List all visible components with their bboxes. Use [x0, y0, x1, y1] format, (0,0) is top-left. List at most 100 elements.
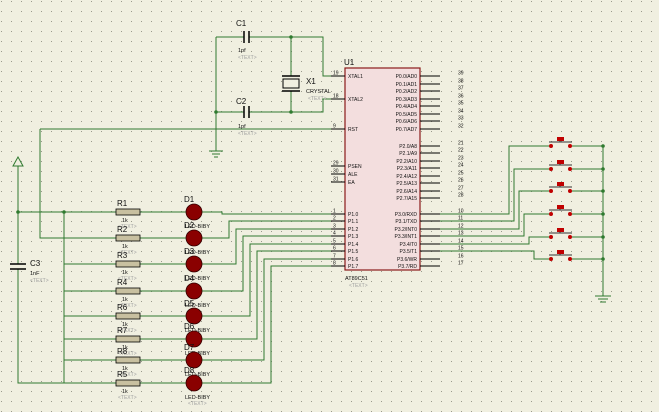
- switch-contact: [568, 189, 572, 193]
- led-body: [185, 374, 203, 392]
- led-ref: D1: [184, 195, 195, 204]
- chip-pin-name: P3.3/INT1: [394, 234, 417, 240]
- led-body: [185, 229, 203, 247]
- chip-pin-number: 15: [458, 246, 464, 252]
- c1-ref: C1: [236, 19, 247, 28]
- chip-pin-name: P3.4/T0: [399, 242, 417, 248]
- chip-pin-name: P1.1: [348, 219, 359, 225]
- chip-pin-name: P3.5/T1: [399, 249, 417, 255]
- chip-pin-name: P3.2/INT0: [394, 227, 417, 233]
- chip-pin-name: P2.2/A10: [396, 159, 417, 165]
- chip-pin-number: 30: [333, 169, 339, 175]
- chip-pin-name: P2.6/A14: [396, 189, 417, 195]
- switch-contact: [568, 235, 572, 239]
- switch-contact: [549, 235, 553, 239]
- switch-contact: [568, 167, 572, 171]
- chip-pin-name: P3.6/WR: [397, 257, 417, 263]
- chip-pin-number: 22: [458, 148, 464, 154]
- chip-pin-number: 28: [458, 193, 464, 199]
- resistor-ref: R7: [117, 326, 128, 335]
- chip-pin-name: EA: [348, 180, 355, 186]
- chip-pin-name: P2.7/A15: [396, 196, 417, 202]
- chip-pin-number: 39: [458, 71, 464, 77]
- chip-pin-name: P0.2/AD2: [396, 89, 418, 95]
- resistor-body: [115, 234, 141, 242]
- x1-ref: X1: [306, 77, 316, 86]
- switch-cap: [557, 250, 564, 254]
- chip-pin-name: P1.3: [348, 234, 359, 240]
- led-body: [185, 203, 203, 221]
- switch-contact: [568, 212, 572, 216]
- chip-pin-number: 26: [458, 178, 464, 184]
- chip-pin-name: P0.5/AD5: [396, 112, 418, 118]
- c3-ref: C3: [30, 259, 41, 268]
- c2-value: 1pf: [238, 124, 246, 130]
- chip-pin-number: 1: [333, 209, 336, 215]
- switch-cap: [557, 137, 564, 141]
- switch-contact: [549, 167, 553, 171]
- chip-pin-name: P2.5/A13: [396, 181, 417, 187]
- chip-pin-name: RST: [348, 127, 358, 133]
- chip-pin-name: P1.2: [348, 227, 359, 233]
- c3-value: 1nF: [30, 271, 40, 277]
- switch-contact: [549, 144, 553, 148]
- chip-pin-name: P0.1/AD1: [396, 82, 418, 88]
- chip-pin-number: 27: [458, 186, 464, 192]
- chip-pin-name: ALE: [348, 172, 358, 178]
- chip-pin-number: 29: [333, 161, 339, 167]
- resistor-body: [115, 356, 141, 364]
- switch-contact: [568, 257, 572, 261]
- resistor-text: <TEXT>: [118, 395, 137, 401]
- chip-pin-number: 21: [458, 141, 464, 147]
- resistor-ref: R6: [117, 303, 128, 312]
- switch-cap: [557, 182, 564, 186]
- chip-pin-number: 36: [458, 94, 464, 100]
- led-text: <TEXT>: [188, 401, 207, 407]
- chip-pin-number: 38: [458, 79, 464, 85]
- schematic-canvas[interactable]: C1 1pf <TEXT> C2 1pf <TEXT> X1 CRYSTAL <…: [0, 0, 659, 412]
- chip-pin-number: 23: [458, 156, 464, 162]
- switch-cap: [557, 228, 564, 232]
- u1-part: AT89C51: [345, 276, 368, 282]
- chip-pin-name: P2.0/A8: [399, 144, 417, 150]
- c3-text: <TEXT>: [30, 278, 49, 284]
- chip-pin-number: 19: [333, 71, 339, 77]
- c1-text: <TEXT>: [238, 55, 257, 61]
- chip-pin-name: P3.0/RXD: [395, 212, 418, 218]
- chip-pin-name: P2.3/A11: [397, 166, 417, 172]
- chip-pin-number: 34: [458, 109, 464, 115]
- chip-pin-name: P0.7/AD7: [396, 127, 418, 133]
- chip-pin-number: 14: [458, 239, 464, 245]
- led-body: [185, 255, 203, 273]
- resistor-body: [115, 335, 141, 343]
- chip-pin-number: 6: [333, 246, 336, 252]
- resistor-body: [115, 260, 141, 268]
- switch-cap: [557, 205, 564, 209]
- chip-pin-name: XTAL1: [348, 74, 363, 80]
- chip-pin-number: 10: [458, 209, 464, 215]
- u1-ref: U1: [344, 58, 355, 67]
- resistor-ref: R3: [117, 251, 128, 260]
- chip-pin-name: P2.4/A12: [396, 174, 417, 180]
- led-ref: D5: [184, 299, 195, 308]
- led-ref: D7: [184, 343, 195, 352]
- chip-pin-number: 24: [458, 163, 464, 169]
- led-ref: D4: [184, 274, 195, 283]
- resistor-ref: R2: [117, 225, 128, 234]
- chip-pin-name: P1.0: [348, 212, 359, 218]
- resistor-body: [115, 379, 141, 387]
- chip-pin-number: 7: [333, 254, 336, 260]
- chip-pin-number: 3: [333, 224, 336, 230]
- chip-pin-number: 9: [333, 124, 336, 130]
- chip-pin-name: P1.7: [348, 264, 359, 270]
- chip-pin-number: 17: [458, 261, 464, 267]
- switch-contact: [549, 257, 553, 261]
- u1-text: <TEXT>: [349, 283, 368, 289]
- switch-contact: [568, 144, 572, 148]
- led-ref: D6: [184, 322, 195, 331]
- c1-value: 1pf: [238, 48, 246, 54]
- c2-ref: C2: [236, 97, 247, 106]
- chip-pin-number: 32: [458, 124, 464, 130]
- chip-pin-number: 2: [333, 216, 336, 222]
- led-ref: D8: [184, 366, 195, 375]
